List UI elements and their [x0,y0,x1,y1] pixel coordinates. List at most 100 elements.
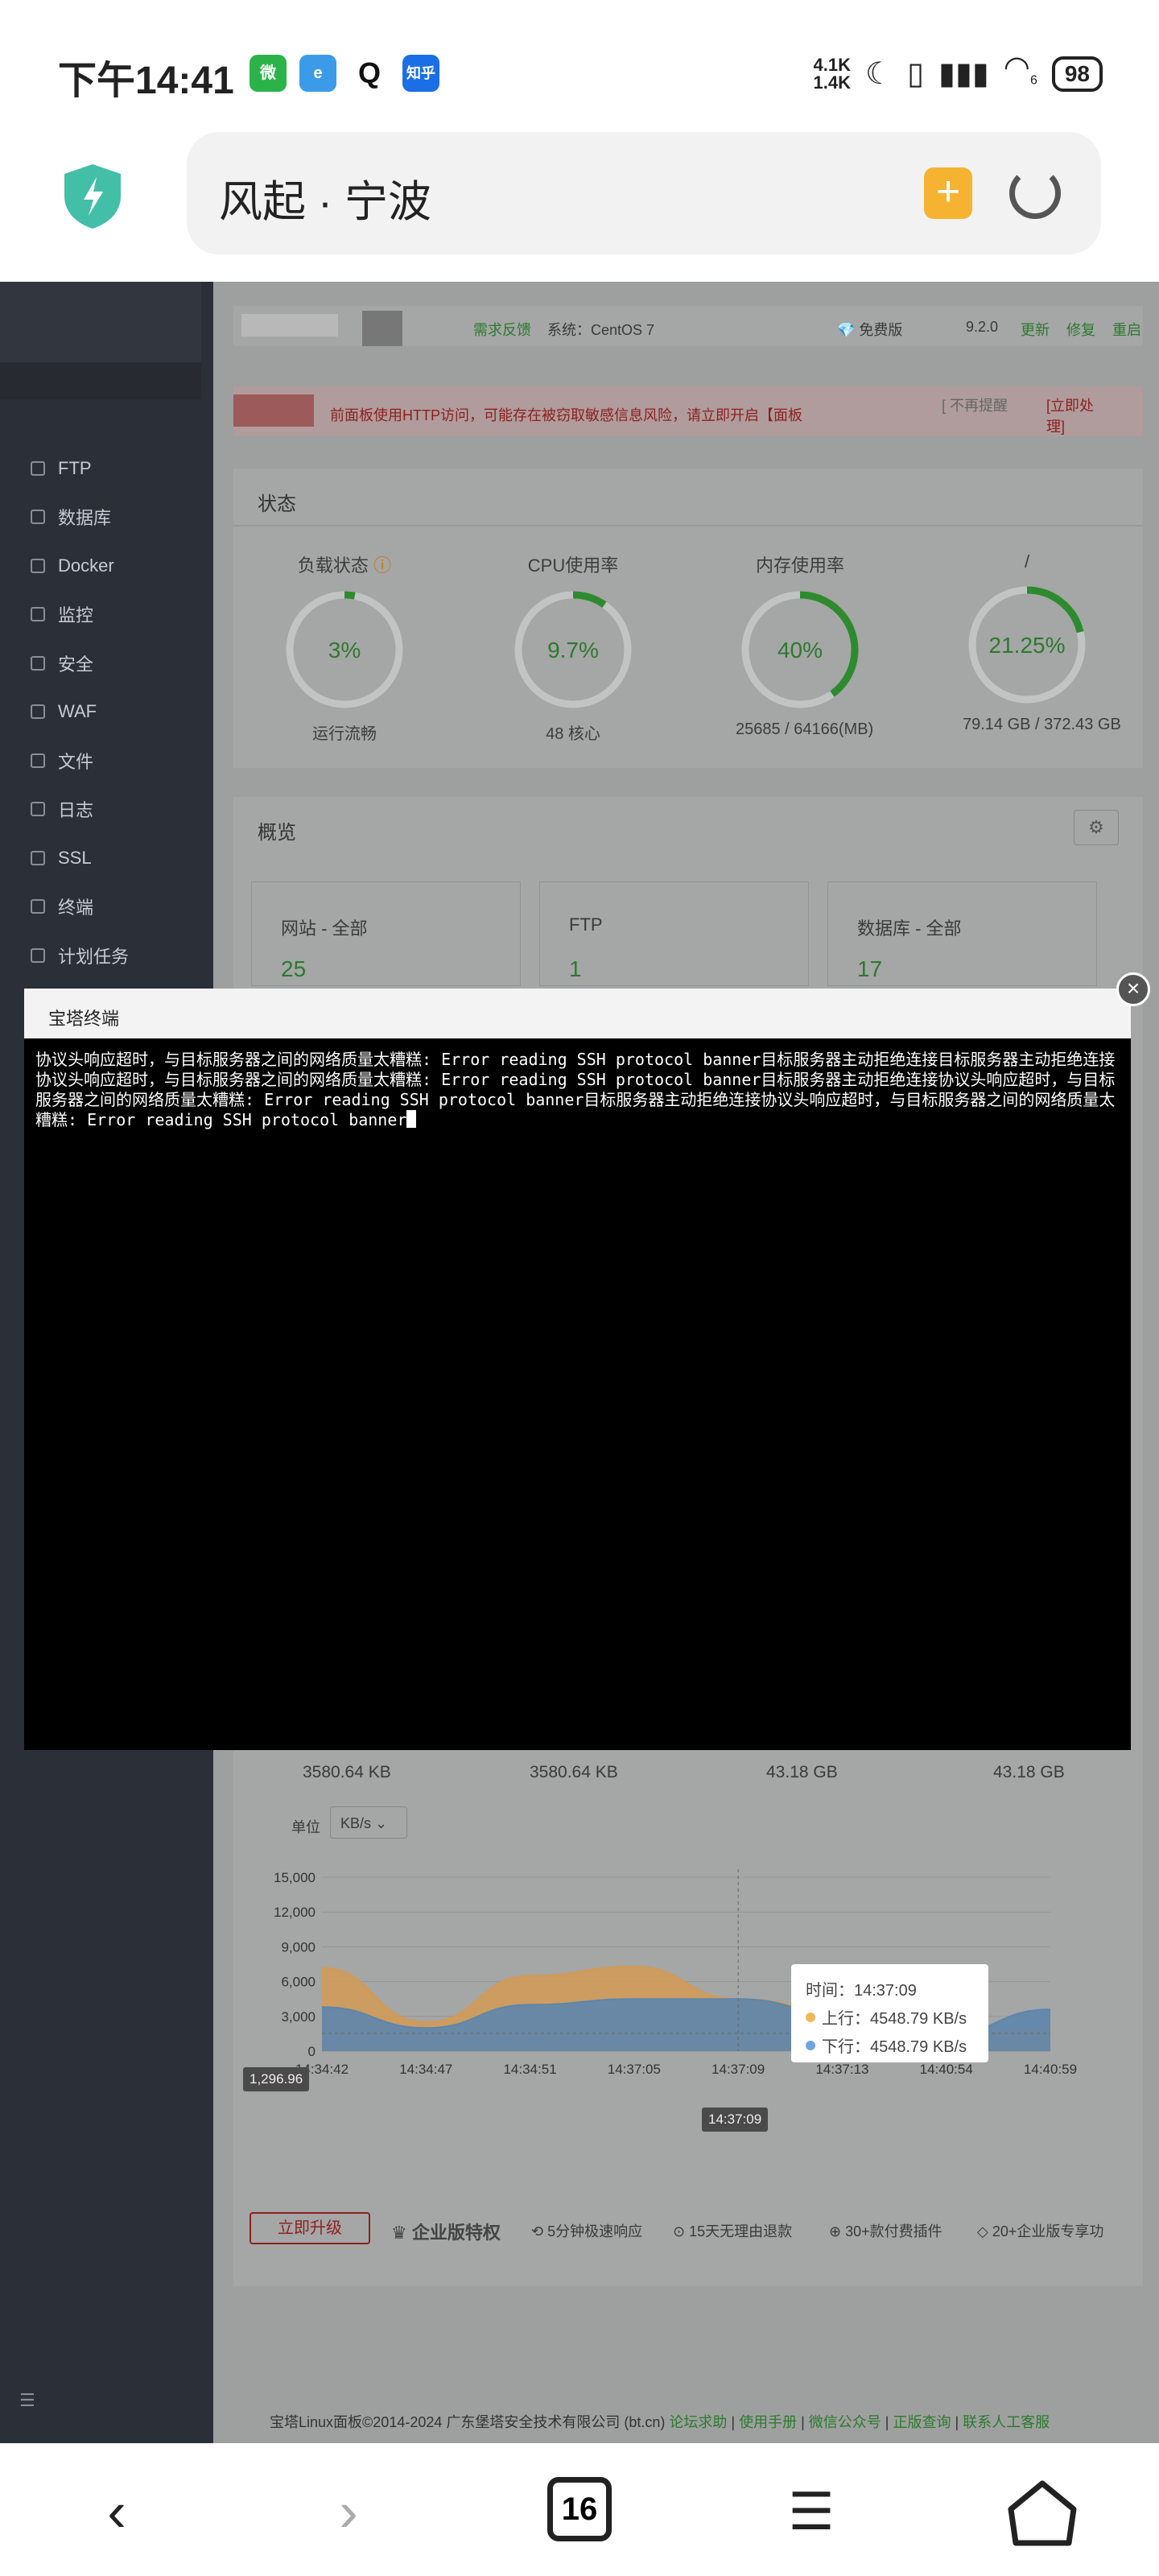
waf-shield-icon [31,704,45,719]
security-shield-icon[interactable] [58,161,127,230]
gauge-ring: 40% [741,591,859,708]
blurred-block [362,311,402,346]
gauge-memory[interactable]: 内存使用率 40% 25685 / 64166(MB) [736,551,873,739]
handle-now-link[interactable]: [立即处理] [1046,394,1103,436]
footer-link-manual[interactable]: 使用手册 [739,2414,797,2430]
status-title: 状态 [258,493,296,515]
promo-item-3: ⊕ 30+款付费插件 [829,2223,942,2240]
terminal-icon [31,899,45,914]
sidebar-item-ssl[interactable]: SSL [31,842,92,874]
up-legend-dot [806,2012,815,2022]
forward-icon[interactable]: › [312,2475,385,2548]
http-warning-alert: 前面板使用HTTP访问，可能存在被窃取敏感信息风险，请立即开启【面板 [ 不再提… [233,386,1143,436]
y-hover-label: 1,296.96 [243,2067,310,2091]
traffic-stat-4: 43.18 GB [993,1763,1065,1781]
tabs-button[interactable]: 16 [547,2477,612,2541]
version-label: 9.2.0 [966,319,999,335]
battery-indicator: 98 [1051,56,1103,93]
y-tick-label: 3,000 [281,2009,316,2025]
sidebar-item-monitor[interactable]: 监控 [31,598,93,630]
y-tick-label: 0 [308,2044,316,2059]
divider [233,525,1143,526]
update-link[interactable]: 更新 [1021,319,1050,340]
blurred-hostname [241,314,338,336]
x-tick-label: 14:37:09 [711,2062,765,2077]
gauge-value: 21.25% [989,633,1066,658]
shield-icon [31,656,45,671]
tooltip-up: 上行：4548.79 KB/s [822,2010,967,2028]
footer-link-forum[interactable]: 论坛求助 [669,2414,727,2430]
wifi-icon: ◠6 [1003,51,1037,88]
page-footer: 宝塔Linux面板©2014-2024 广东堡塔安全技术有限公司 (bt.cn)… [270,2414,1050,2430]
sidebar-item-database[interactable]: 数据库 [31,501,111,533]
add-bookmark-icon[interactable]: + [924,167,972,219]
repair-link[interactable]: 修复 [1066,319,1095,340]
sidebar-item-docker[interactable]: Docker [31,550,114,582]
close-icon[interactable]: × [1116,972,1150,1006]
sidebar-item-waf[interactable]: WAF [31,696,97,728]
zhihu-icon: 知乎 [402,55,439,92]
gauge-load[interactable]: 负载状态 ⓘ 3% 运行流畅 [280,551,409,744]
tooltip-down: 下行：4548.79 KB/s [822,2038,967,2056]
chart-tooltip: 时间：14:37:09 上行：4548.79 KB/s 下行：4548.79 K… [791,1964,988,2062]
address-bar[interactable]: 风起 · 宁波 + [187,132,1101,254]
wechat-icon: 微 [250,55,287,92]
x-tick-label: 14:40:54 [920,2062,973,2077]
network-speed: 4.1K 1.4K [813,55,852,93]
unit-select[interactable]: KB/s ⌄ [330,1806,407,1839]
promo-item-2: ⊙ 15天无理由退款 [673,2223,793,2240]
promo-item-4: ◇ 20+企业版专享功 [977,2223,1104,2240]
sidebar-item-logs[interactable]: 日志 [31,793,93,825]
sidebar-item-cron[interactable]: 计划任务 [31,939,129,972]
gauge-sub: 79.14 GB / 372.43 GB [963,716,1121,733]
back-icon[interactable]: ‹ [80,2475,153,2548]
feedback-link[interactable]: 需求反馈 [473,319,531,340]
terminal-modal[interactable]: 宝塔终端 × 协议头响应超时，与目标服务器之间的网络质量太糟糕: Error r… [24,972,1150,1750]
terminal-header: 宝塔终端 [24,989,1131,1038]
overview-item-ftp[interactable]: FTP 1 [539,881,809,986]
terminal-output[interactable]: 协议头响应超时，与目标服务器之间的网络质量太糟糕: Error reading … [35,1050,1123,1130]
reload-icon[interactable] [1009,167,1061,219]
sidebar-item-files[interactable]: 文件 [31,745,93,777]
promo-bar: 立即升级 ♛ 企业版特权 ⟲ 5分钟极速响应 ⊙ 15天无理由退款 ⊕ 30+款… [233,2202,1143,2254]
overview-item-database[interactable]: 数据库 - 全部 17 [827,881,1097,986]
ignore-link[interactable]: [ 不再提醒 [942,394,1008,415]
certificate-icon [31,851,45,865]
terminal-title: 宝塔终端 [48,1009,120,1029]
menu-icon[interactable]: ☰ [775,2475,848,2548]
footer-link-support[interactable]: 联系人工客服 [963,2414,1050,2430]
y-tick-label: 12,000 [274,1905,316,1920]
promo-item-1: ⟲ 5分钟极速响应 [531,2223,643,2240]
overview-item-sites[interactable]: 网站 - 全部 25 [251,881,521,986]
sidebar-header [0,282,201,362]
gauge-label: 内存使用率 [755,555,844,576]
gauge-ring: 21.25% [968,586,1086,704]
menu-collapse-icon[interactable]: ☰ [19,2390,35,2411]
upgrade-button[interactable]: 立即升级 [250,2212,370,2244]
y-tick-label: 6,000 [281,1975,316,1990]
browser-bottom-nav: ‹ › 16 ☰ [0,2443,1159,2576]
gauge-label: / [1024,551,1030,572]
traffic-stat-2: 3580.64 KB [530,1763,618,1781]
down-legend-dot [806,2040,815,2050]
restart-link[interactable]: 重启 [1112,319,1141,340]
gauge-disk[interactable]: / 21.25% 79.14 GB / 372.43 GB [963,551,1121,734]
folder-icon [31,753,45,768]
settings-gear-icon[interactable]: ⚙ [1074,810,1119,845]
y-tick-label: 9,000 [281,1939,316,1955]
sidebar-item-ftp[interactable]: FTP [31,452,92,485]
home-icon[interactable] [1006,2477,1079,2549]
x-tick-label: 14:37:05 [608,2062,661,2077]
x-tick-label: 14:34:47 [399,2062,452,2077]
sidebar-item-terminal[interactable]: 终端 [31,890,93,923]
sidebar-item-security[interactable]: 安全 [31,647,93,679]
gauge-value: 40% [777,638,823,663]
x-tick-label: 14:37:13 [815,2062,868,2077]
footer-link-verify[interactable]: 正版查询 [893,2414,951,2430]
terminal-cursor [406,1110,417,1128]
status-bar: 下午14:41 微 e Q 知乎 4.1K 1.4K ☾ ▯ ▮▮▮ ◠6 98 [0,0,1159,137]
footer-link-wechat[interactable]: 微信公众号 [809,2414,881,2430]
unit-label: 单位 [291,1819,320,1835]
gauge-cpu[interactable]: CPU使用率 9.7% 48 核心 [509,551,637,744]
alert-text: 前面板使用HTTP访问，可能存在被窃取敏感信息风险，请立即开启【面板 [330,407,802,423]
